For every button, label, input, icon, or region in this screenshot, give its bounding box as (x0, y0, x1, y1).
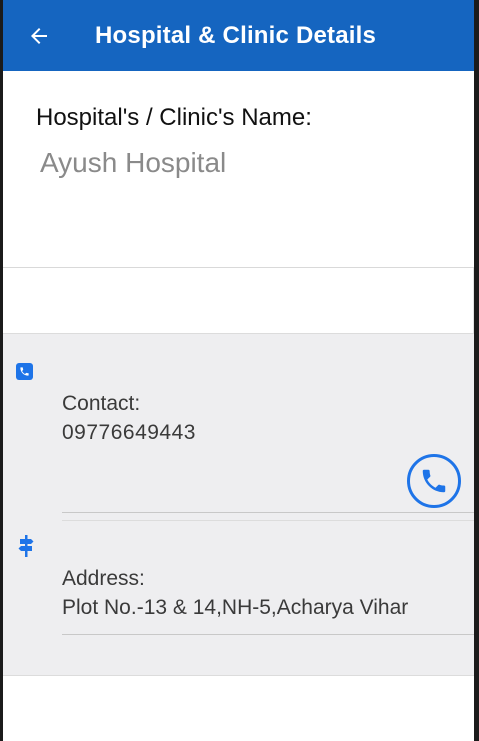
details-card: Contact: 09776649443 Address: Plot No.-1… (3, 333, 474, 676)
contact-divider (62, 512, 474, 513)
footer-area (3, 676, 474, 741)
blank-spacer (3, 268, 474, 333)
back-button[interactable] (23, 20, 55, 52)
contact-divider-secondary (62, 520, 474, 521)
hospital-name-value: Ayush Hospital (40, 147, 227, 178)
page-title: Hospital & Clinic Details (95, 22, 377, 49)
call-button[interactable] (407, 454, 461, 508)
phone-circle-icon (422, 469, 446, 493)
phone-square-icon (16, 363, 33, 380)
address-value: Plot No.-13 & 14,NH-5,Acharya Vihar (62, 596, 409, 619)
address-label: Address: (62, 567, 145, 590)
arrow-left-icon (31, 28, 47, 44)
app-bar: Hospital & Clinic Details (3, 0, 474, 71)
hospital-name-label: Hospital's / Clinic's Name: (36, 104, 312, 131)
hospital-name-section: Hospital's / Clinic's Name: Ayush Hospit… (3, 71, 474, 268)
hospital-details-screen: Hospital & Clinic Details Hospital's / C… (3, 0, 474, 741)
signpost-icon (17, 534, 35, 558)
contact-phone-number: 09776649443 (62, 421, 196, 444)
contact-label: Contact: (62, 392, 141, 415)
address-divider (62, 634, 474, 635)
